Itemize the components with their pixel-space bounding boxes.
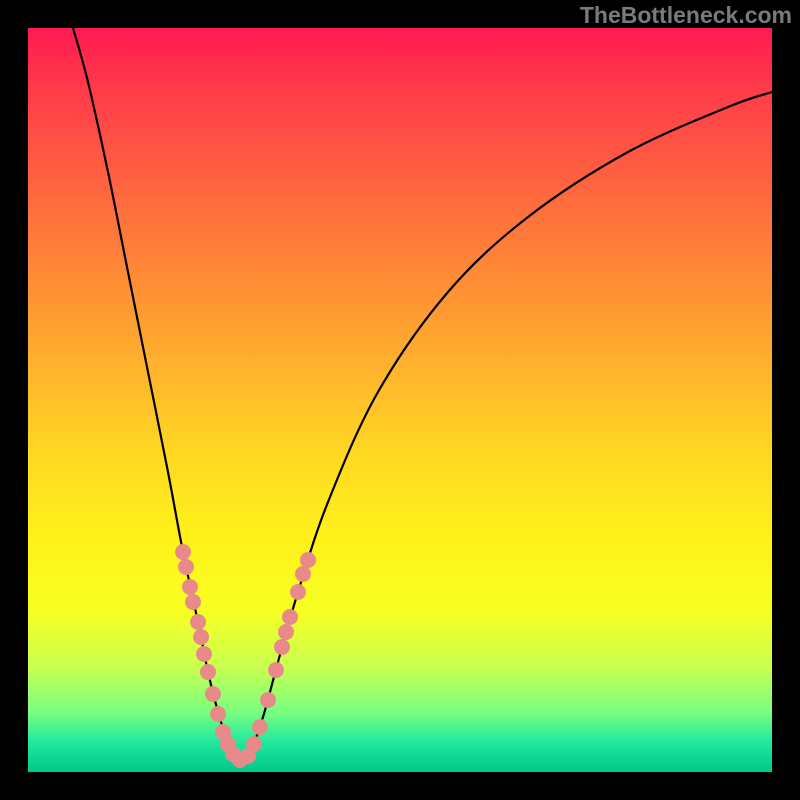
curve-svg	[28, 28, 772, 772]
highlight-dot	[274, 639, 290, 655]
highlight-dot	[190, 614, 206, 630]
highlight-dot	[300, 552, 316, 568]
highlight-dot	[193, 629, 209, 645]
highlight-dot	[252, 719, 268, 735]
chart-container: TheBottleneck.com	[0, 0, 800, 800]
highlight-dot	[185, 594, 201, 610]
highlight-dot	[196, 646, 212, 662]
highlight-dot	[215, 724, 231, 740]
highlight-dot	[260, 692, 276, 708]
highlight-dot	[268, 662, 284, 678]
highlight-dot	[295, 566, 311, 582]
highlight-dot	[282, 609, 298, 625]
highlight-dot	[246, 736, 262, 752]
highlight-dot	[210, 706, 226, 722]
highlight-dot	[220, 736, 236, 752]
highlight-dot	[200, 664, 216, 680]
highlight-dot	[182, 579, 198, 595]
highlight-dot	[175, 544, 191, 560]
highlight-dot	[290, 584, 306, 600]
highlight-dot	[225, 746, 241, 762]
highlight-dots-group	[175, 544, 316, 768]
highlight-dot	[205, 686, 221, 702]
highlight-dot	[178, 559, 194, 575]
highlight-dot	[278, 624, 294, 640]
plot-area	[28, 28, 772, 772]
bottleneck-curve	[73, 28, 772, 761]
watermark-text: TheBottleneck.com	[580, 2, 792, 29]
highlight-dot	[240, 748, 256, 764]
highlight-dot	[232, 752, 248, 768]
